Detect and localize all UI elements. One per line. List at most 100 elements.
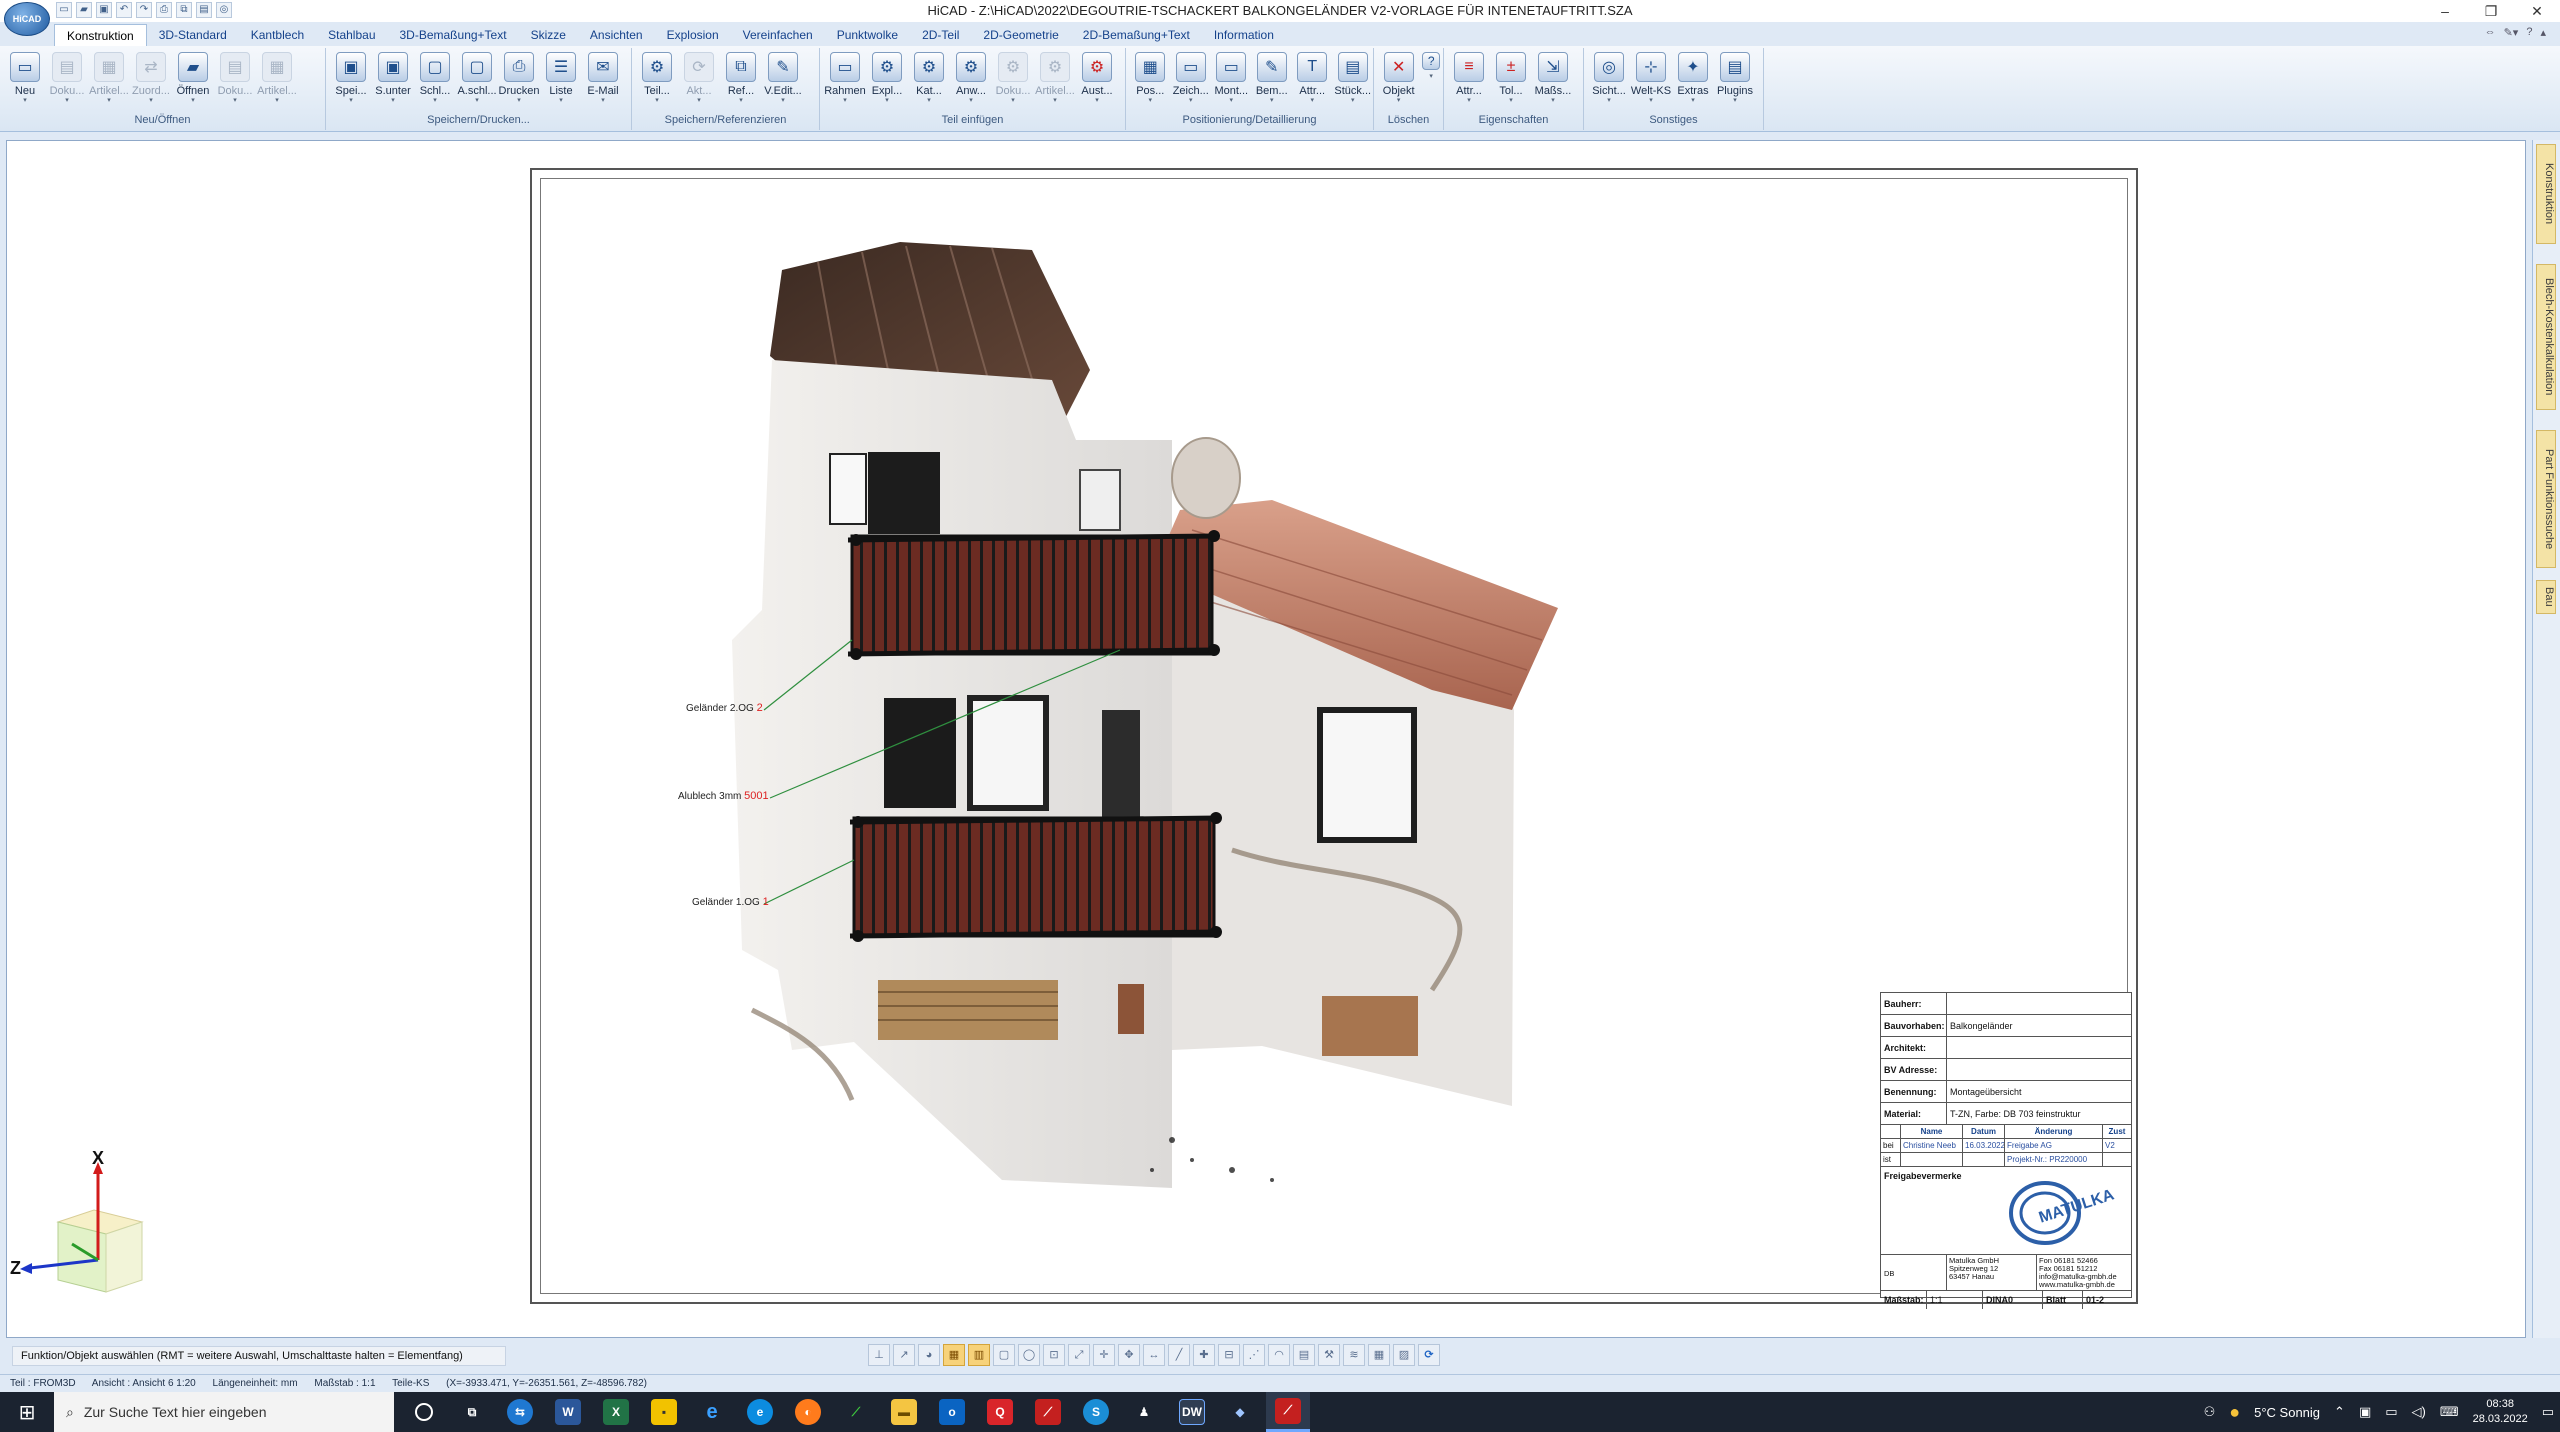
tab-3d-bema-ung-text[interactable]: 3D-Bemaßung+Text xyxy=(388,24,519,46)
extras-button[interactable]: ✦ Extras ▾ xyxy=(1672,48,1714,112)
sticky-notes-icon[interactable]: ▪ xyxy=(642,1392,686,1432)
rahmen-button[interactable]: ▭ Rahmen ▾ xyxy=(824,48,866,112)
layers-icon[interactable]: ≋ xyxy=(1343,1344,1365,1366)
field-value[interactable] xyxy=(1947,1059,2131,1080)
grid-snap-icon[interactable]: ▦ xyxy=(943,1344,965,1366)
callout-gelaender-2og[interactable]: Geländer 2.OG 2 xyxy=(686,702,763,714)
attr-button[interactable]: T Attr... ▾ xyxy=(1292,48,1333,112)
minimize-button[interactable]: – xyxy=(2422,0,2468,22)
spei-button[interactable]: ▣ Spei... ▾ xyxy=(330,48,372,112)
tab-explosion[interactable]: Explosion xyxy=(655,24,731,46)
tab-3d-standard[interactable]: 3D-Standard xyxy=(147,24,239,46)
welt-ks-button[interactable]: ⊹ Welt-KS ▾ xyxy=(1630,48,1672,112)
artikel-button[interactable]: ▦ Artikel... ▾ xyxy=(88,48,130,112)
edge-icon[interactable]: e xyxy=(738,1392,782,1432)
restore-button[interactable]: ❐ xyxy=(2468,0,2514,22)
artikel-button[interactable]: ▦ Artikel... ▾ xyxy=(256,48,298,112)
ref-button[interactable]: ⧉ Ref... ▾ xyxy=(720,48,762,112)
clock[interactable]: 08:38 28.03.2022 xyxy=(2473,1397,2528,1427)
help-icon[interactable]: ? xyxy=(2526,26,2532,39)
taskbar-search[interactable]: ⌕ Zur Suche Text hier eingeben xyxy=(54,1392,394,1432)
section-icon[interactable]: ▥ xyxy=(968,1344,990,1366)
dimension-icon[interactable]: ⊟ xyxy=(1218,1344,1240,1366)
search-app-icon[interactable]: Q xyxy=(978,1392,1022,1432)
paste-quick-icon[interactable]: ▤ xyxy=(196,2,212,18)
panel-tab-funktionssuche[interactable]: Part Funktionssuche xyxy=(2536,430,2556,568)
tray-chevron-icon[interactable]: ⌃ xyxy=(2334,1404,2345,1420)
tray-app-icon[interactable]: ▣ xyxy=(2359,1404,2371,1420)
expl-button[interactable]: ⚙ Expl... ▾ xyxy=(866,48,908,112)
field-value[interactable] xyxy=(1947,993,2131,1014)
network-icon[interactable]: ▭ xyxy=(2385,1404,2397,1420)
hicad-taskbar-icon[interactable]: ⟋ xyxy=(1266,1392,1310,1432)
settings-dropdown-icon[interactable]: ✎▾ xyxy=(2504,26,2519,39)
stück-button[interactable]: ▤ Stück... ▾ xyxy=(1333,48,1374,112)
field-value[interactable] xyxy=(1947,1037,2131,1058)
weather-text[interactable]: 5°C Sonnig xyxy=(2254,1405,2320,1420)
app-menu-button[interactable]: HiCAD xyxy=(4,2,50,36)
pdf-icon[interactable]: ⟋ xyxy=(1026,1392,1070,1432)
tab-2d-bema-ung-text[interactable]: 2D-Bemaßung+Text xyxy=(1071,24,1202,46)
pan-icon[interactable]: ✥ xyxy=(1118,1344,1140,1366)
table-icon[interactable]: ▦ xyxy=(1368,1344,1390,1366)
print-quick-icon[interactable]: ⎙ xyxy=(156,2,172,18)
notification-icon[interactable]: ▭ xyxy=(2542,1404,2554,1420)
pos-button[interactable]: ▦ Pos... ▾ xyxy=(1130,48,1171,112)
zeich-button[interactable]: ▭ Zeich... ▾ xyxy=(1171,48,1212,112)
attr-button[interactable]: ≡ Attr... ▾ xyxy=(1448,48,1490,112)
internet-explorer-icon[interactable]: e xyxy=(690,1392,734,1432)
liste-button[interactable]: ☰ Liste ▾ xyxy=(540,48,582,112)
doku-button[interactable]: ⚙ Doku... ▾ xyxy=(992,48,1034,112)
shaded-view-icon[interactable]: ◕ xyxy=(918,1344,940,1366)
save-quick-icon[interactable]: ▣ xyxy=(96,2,112,18)
zuord-button[interactable]: ⇄ Zuord... ▾ xyxy=(130,48,172,112)
teil-button[interactable]: ⚙ Teil... ▾ xyxy=(636,48,678,112)
image-icon[interactable]: ▨ xyxy=(1393,1344,1415,1366)
callout-gelaender-1og[interactable]: Geländer 1.OG 1 xyxy=(692,896,769,908)
axes-icon[interactable]: ↗ xyxy=(893,1344,915,1366)
ma-s-button[interactable]: ⇲ Maßs... ▾ xyxy=(1532,48,1574,112)
panel-tab-bau[interactable]: Bau xyxy=(2536,580,2556,614)
tab-konstruktion[interactable]: Konstruktion xyxy=(54,24,147,46)
word-icon[interactable]: W xyxy=(546,1392,590,1432)
field-value[interactable]: T-ZN, Farbe: DB 703 feinstruktur xyxy=(1947,1103,2131,1124)
mont-button[interactable]: ▭ Mont... ▾ xyxy=(1211,48,1252,112)
s-unter-button[interactable]: ▣ S.unter ▾ xyxy=(372,48,414,112)
panel-tab-blech-kalkulation[interactable]: Blech-Kostenkalkulation xyxy=(2536,264,2556,410)
title-block[interactable]: Bauherr: Bauvorhaben: Balkongeländer Archit… xyxy=(1880,992,2132,1309)
plugins-button[interactable]: ▤ Plugins ▾ xyxy=(1714,48,1756,112)
keyboard-icon[interactable]: ⌨ xyxy=(2440,1404,2459,1420)
tools-icon[interactable]: ⚒ xyxy=(1318,1344,1340,1366)
outlook-icon[interactable]: o xyxy=(930,1392,974,1432)
tab-punktwolke[interactable]: Punktwolke xyxy=(825,24,910,46)
tab-stahlbau[interactable]: Stahlbau xyxy=(316,24,387,46)
artikel-button[interactable]: ⚙ Artikel... ▾ xyxy=(1034,48,1076,112)
line-icon[interactable]: ╱ xyxy=(1168,1344,1190,1366)
network-person-icon[interactable]: ⚇ xyxy=(2204,1404,2216,1420)
tab-vereinfachen[interactable]: Vereinfachen xyxy=(731,24,825,46)
öffnen-button[interactable]: ▰ Öffnen ▾ xyxy=(172,48,214,112)
close-button[interactable]: ✕ xyxy=(2514,0,2560,22)
inventor-icon[interactable]: ♟ xyxy=(1122,1392,1166,1432)
window-arrange-icon[interactable]: ⇔ xyxy=(2485,26,2496,39)
frame-icon[interactable]: ▢ xyxy=(993,1344,1015,1366)
tab-kantblech[interactable]: Kantblech xyxy=(239,24,316,46)
a-schl-button[interactable]: ▢ A.schl... ▾ xyxy=(456,48,498,112)
refresh-icon[interactable]: ⟳ xyxy=(1418,1344,1440,1366)
ribbon-collapse-icon[interactable]: ▴ xyxy=(2540,26,2546,39)
task-view-icon[interactable] xyxy=(402,1392,446,1432)
tol-button[interactable]: ± Tol... ▾ xyxy=(1490,48,1532,112)
schl-button[interactable]: ▢ Schl... ▾ xyxy=(414,48,456,112)
doku-button[interactable]: ▤ Doku... ▾ xyxy=(46,48,88,112)
drawing-sheet[interactable]: Geländer 2.OG 2 Alublech 3mm 5001 Geländ… xyxy=(530,168,2138,1309)
green-app-icon[interactable]: ⟋ xyxy=(834,1392,878,1432)
excel-icon[interactable]: X xyxy=(594,1392,638,1432)
dw-icon[interactable]: DW xyxy=(1170,1392,1214,1432)
tab-2d-teil[interactable]: 2D-Teil xyxy=(910,24,971,46)
zoom-all-icon[interactable]: ⤢ xyxy=(1068,1344,1090,1366)
volume-icon[interactable]: ◁) xyxy=(2412,1404,2426,1420)
bem-button[interactable]: ✎ Bem... ▾ xyxy=(1252,48,1293,112)
v-edit-button[interactable]: ✎ V.Edit... ▾ xyxy=(762,48,804,112)
neu-button[interactable]: ▭ Neu ▾ xyxy=(4,48,46,112)
e-mail-button[interactable]: ✉ E-Mail ▾ xyxy=(582,48,624,112)
